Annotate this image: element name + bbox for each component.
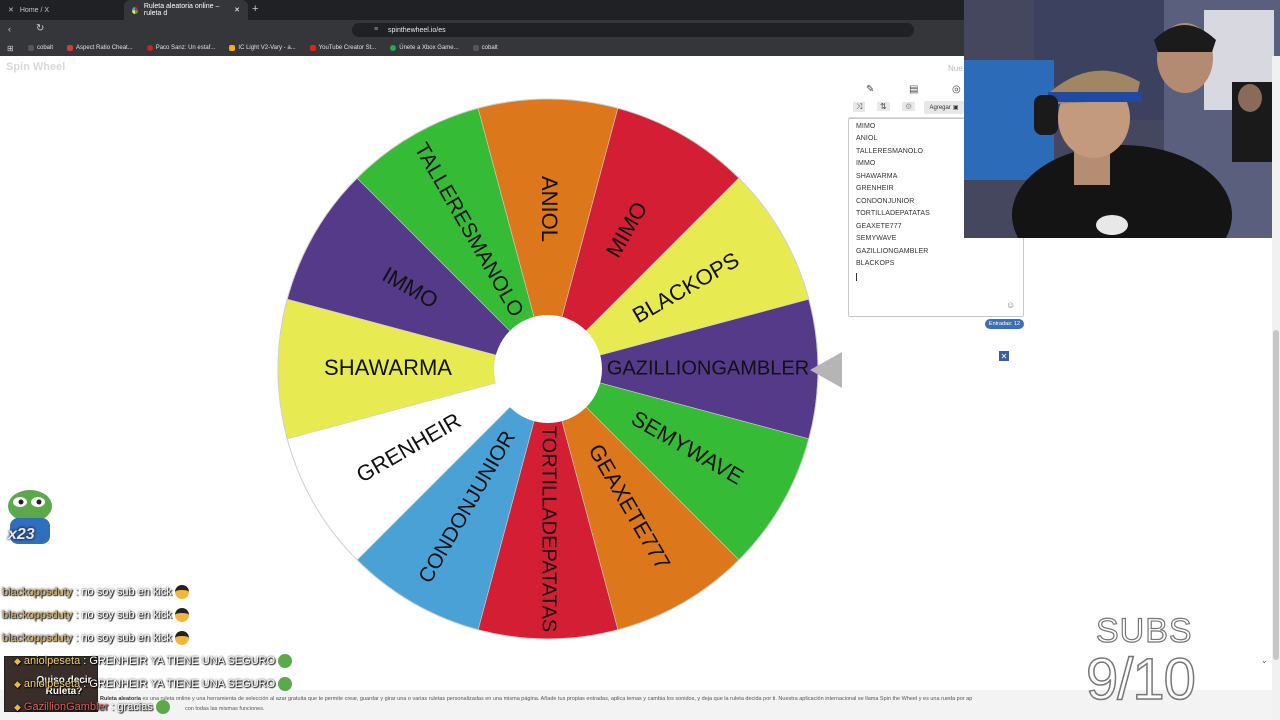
webcam-overlay	[964, 0, 1280, 238]
wheel-segment-label: TORTILLADEPATATAS	[538, 426, 560, 632]
chat-username: blackoppsduty	[2, 632, 73, 644]
emote-multiplier: x23	[8, 526, 35, 543]
chat-text: : no soy sub en kick	[75, 586, 172, 598]
sunglasses-emoji-icon	[174, 631, 189, 645]
text-cursor	[856, 273, 857, 281]
chat-username: aniolpeseta	[23, 678, 81, 690]
entry-item: ANIOL	[856, 135, 878, 142]
entry-item: SEMYWAVE	[856, 235, 897, 242]
chat-message: ◆ GazillionGambler: gracias	[14, 700, 170, 714]
edit-pencil-icon[interactable]: ✎	[866, 84, 874, 95]
entries-count-badge: Entradas: 12	[985, 319, 1024, 329]
sunglasses-emoji-icon	[174, 608, 189, 622]
entry-item: BLACKOPS	[856, 260, 895, 267]
entry-item: GEAXETE777	[856, 223, 902, 230]
add-image-button[interactable]: Agregar ▣	[924, 101, 964, 114]
sort-icon[interactable]: ⇅	[877, 102, 890, 111]
chat-text: : GRENHEIR YA TIENE UNA SEGURO	[83, 678, 276, 690]
chat-text: : no soy sub en kick	[75, 632, 172, 644]
wheel-center-hub[interactable]	[494, 315, 602, 423]
entry-item: CONDONJUNIOR	[856, 198, 915, 205]
pepe-emote-icon	[278, 677, 293, 691]
shuffle-icon[interactable]: ⤨	[853, 102, 866, 112]
entry-item: MIMO	[856, 123, 876, 130]
entry-item: TALLERESMANOLO	[856, 148, 924, 155]
wheel-segment-label: ANIOL	[537, 176, 562, 242]
wheel-segment-label: SHAWARMA	[324, 355, 452, 380]
chat-message: blackoppsduty: no soy sub en kick	[2, 585, 189, 599]
chat-text: : no soy sub en kick	[75, 609, 172, 621]
description-line-1: es una ruleta online y una herramienta d…	[140, 696, 973, 702]
sub-badge-icon: ◆	[14, 678, 21, 689]
chat-text: : GRENHEIR YA TIENE UNA SEGURO	[83, 655, 276, 667]
chat-message: ◆ aniolpeseta: GRENHEIR YA TIENE UNA SEG…	[14, 677, 293, 691]
settings-gear-icon[interactable]: ⚙	[902, 102, 916, 111]
image-icon: ▣	[952, 105, 959, 111]
add-button-label: Agregar	[929, 104, 951, 111]
site-description: Ruleta aleatoria es una ruleta online y …	[0, 690, 1272, 720]
scroll-down-icon[interactable]: ⌄	[1261, 656, 1268, 665]
entry-item: IMMO	[856, 160, 876, 167]
chat-message: blackoppsduty: no soy sub en kick	[2, 631, 189, 645]
streamer-webcam-image	[964, 0, 1280, 238]
entry-item: GAZILLIONGAMBLER	[856, 248, 929, 255]
sub-badge-icon: ◆	[14, 701, 21, 712]
chat-username: blackoppsduty	[2, 609, 73, 621]
entry-item: GRENHEIR	[856, 185, 894, 192]
clipboard-icon[interactable]: ▤	[909, 84, 918, 95]
sub-badge-icon: ◆	[14, 655, 21, 666]
chat-message: blackoppsduty: no soy sub en kick	[2, 608, 189, 622]
sunglasses-emoji-icon	[174, 585, 189, 599]
pepe-emote-icon	[155, 700, 170, 714]
scrollbar-thumb[interactable]	[1273, 330, 1279, 660]
hide-eye-icon[interactable]: ◎	[952, 84, 961, 95]
subs-goal-count: 9/10	[1085, 646, 1196, 713]
chat-message: ◆ aniolpeseta: GRENHEIR YA TIENE UNA SEG…	[14, 654, 293, 668]
wheel-segment-label: GAZILLIONGAMBLER	[607, 357, 809, 379]
emoji-icon[interactable]: ☺	[1006, 300, 1015, 310]
entry-item: TORTILLADEPATATAS	[856, 210, 930, 217]
chat-text: : gracias	[111, 701, 153, 713]
chat-username: GazillionGambler	[23, 701, 109, 713]
chat-username: blackoppsduty	[2, 586, 73, 598]
close-ad-icon[interactable]: ✕	[999, 351, 1009, 361]
chat-username: aniolpeseta	[23, 655, 81, 667]
entry-item: SHAWARMA	[856, 173, 898, 180]
pepe-emote-icon	[278, 654, 293, 668]
wheel-pointer	[810, 352, 842, 388]
